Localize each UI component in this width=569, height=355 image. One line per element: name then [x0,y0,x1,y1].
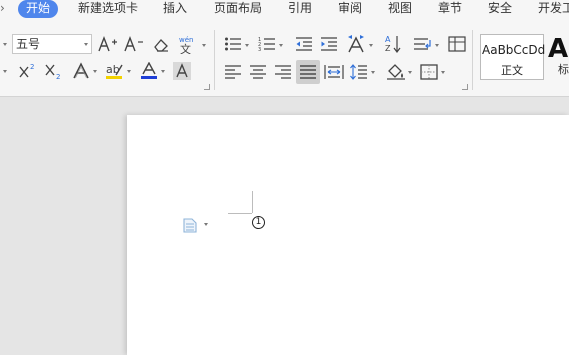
bullet-list-chevron-icon[interactable] [245,44,249,47]
style-normal-card[interactable]: AaBbCcDd 正文 [480,34,546,80]
align-center-icon[interactable] [249,64,267,80]
svg-text:2: 2 [56,73,60,80]
superscript-icon[interactable]: 2 [18,62,38,80]
paragraph-layout-icon[interactable] [183,218,197,233]
font-group-launcher-icon[interactable] [204,84,210,90]
text-direction-chevron-icon[interactable] [369,44,373,47]
style-normal-name: 正文 [501,64,523,77]
phonetic-guide-icon[interactable]: wén 文 [178,34,200,54]
distributed-align-icon[interactable] [324,64,344,80]
style-normal-sample: AaBbCcDd [482,43,546,57]
tab-review[interactable]: 审阅 [338,0,362,18]
decrease-indent-icon[interactable] [295,36,313,52]
show-hide-marks-icon[interactable] [413,36,433,52]
menu-bar: › 开始 新建选项卡 插入 页面布局 引用 审阅 视图 章节 安全 开发工 [0,0,569,20]
ribbon-divider [472,30,473,90]
tab-start[interactable]: 开始 [18,0,59,18]
text-effects-chevron-icon[interactable] [93,70,97,73]
font-size-value: 五号 [16,37,41,51]
show-hide-chevron-icon[interactable] [435,44,439,47]
highlight-chevron-icon[interactable] [127,70,131,73]
borders-icon[interactable] [420,64,438,80]
grow-font-icon[interactable] [98,36,118,54]
increase-indent-icon[interactable] [320,36,338,52]
numbered-list-chevron-icon[interactable] [279,44,283,47]
tab-security[interactable]: 安全 [488,0,512,18]
font-size-chevron-icon [84,43,88,46]
tab-insert[interactable]: 插入 [163,0,187,18]
tab-view[interactable]: 视图 [388,0,412,18]
numbered-list-icon[interactable]: 1 2 3 [258,36,276,52]
phonetic-chevron-icon[interactable] [202,44,206,47]
svg-text:Z: Z [385,44,391,53]
font-name-chevron-icon[interactable] [3,43,7,46]
tab-chapter[interactable]: 章节 [438,0,462,18]
text-direction-icon[interactable] [346,34,366,54]
justify-icon[interactable] [296,60,320,84]
ribbon-divider [214,30,215,90]
underline-chevron-icon[interactable] [3,70,7,73]
tab-references[interactable]: 引用 [288,0,312,18]
tab-new-tab[interactable]: 新建选项卡 [78,0,138,18]
paragraph-group-launcher-icon[interactable] [462,84,468,90]
document-page[interactable] [127,115,569,355]
style-heading-sample[interactable]: Aa [548,34,569,64]
text-effects-icon[interactable] [72,62,90,80]
borders-chevron-icon[interactable] [441,71,445,74]
line-spacing-chevron-icon[interactable] [371,71,375,74]
table-layout-icon[interactable] [448,36,466,52]
clear-format-icon[interactable] [152,37,170,53]
shading-icon[interactable] [386,62,406,80]
shading-chevron-icon[interactable] [408,71,412,74]
ribbon-toolbar: 五号 wén 文 2 2 ab 1 2 3 A Z AaBbCcDd 正文 A … [0,20,569,97]
shrink-font-icon[interactable] [124,36,144,54]
svg-text:2: 2 [30,63,34,71]
align-left-icon[interactable] [224,64,242,80]
text-cursor-marker: 1 [252,216,265,229]
font-color-chevron-icon[interactable] [161,70,165,73]
font-color-icon[interactable] [140,62,158,80]
svg-text:文: 文 [180,42,191,54]
margin-corner-mark [228,213,252,214]
svg-text:A: A [385,35,391,44]
highlight-color-icon[interactable]: ab [104,62,124,80]
line-spacing-icon[interactable] [350,64,368,80]
align-right-icon[interactable] [274,64,292,80]
tab-page-layout[interactable]: 页面布局 [214,0,262,18]
menu-overflow-caret[interactable]: › [0,0,5,18]
bullet-list-icon[interactable] [224,36,242,52]
margin-corner-mark-vertical [252,191,253,213]
style-heading-name[interactable]: 标 [558,64,569,76]
svg-text:ab: ab [106,63,120,76]
paragraph-layout-chevron-icon[interactable] [204,223,208,226]
tab-developer[interactable]: 开发工 [538,0,569,18]
subscript-icon[interactable]: 2 [44,62,64,80]
sort-icon[interactable]: A Z [385,34,401,54]
svg-text:3: 3 [258,47,261,52]
font-size-select[interactable]: 五号 [12,34,92,54]
character-shading-icon[interactable] [173,62,191,80]
